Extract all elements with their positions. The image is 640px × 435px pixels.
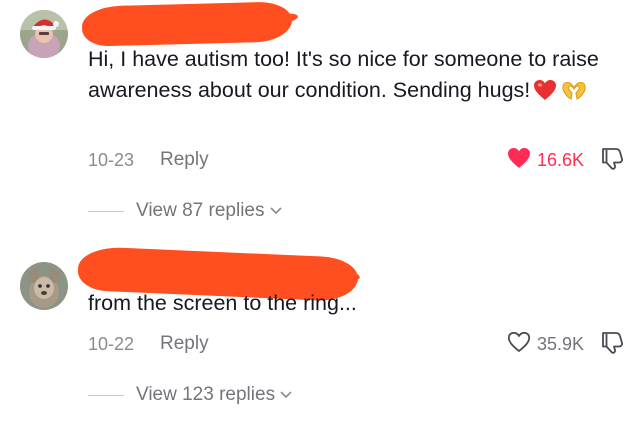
- like-count: 35.9K: [536, 333, 584, 354]
- heart-hands-emoji: [560, 79, 588, 110]
- reply-button[interactable]: Reply: [160, 333, 209, 355]
- heart-outline-icon: [507, 331, 531, 358]
- username-redaction: [81, 1, 293, 47]
- view-replies-label[interactable]: View 87 replies: [136, 200, 265, 222]
- dislike-button[interactable]: [600, 146, 626, 175]
- thumbs-down-icon: [600, 146, 626, 175]
- comment-meta: 10-23 Reply 16.6K: [88, 146, 626, 174]
- view-replies[interactable]: View 87 replies: [88, 197, 283, 225]
- view-replies-label[interactable]: View 123 replies: [136, 384, 275, 406]
- avatar[interactable]: [20, 262, 68, 310]
- avatar[interactable]: [20, 10, 68, 58]
- dislike-button[interactable]: [600, 330, 626, 359]
- comment-date: 10-23: [88, 149, 135, 170]
- like-count: 16.6K: [536, 149, 584, 170]
- comment-date: 10-22: [88, 333, 135, 354]
- like-button[interactable]: 35.9K: [507, 331, 584, 358]
- thumbs-down-icon: [600, 330, 626, 359]
- comment-meta: 10-22 Reply 35.9K: [88, 330, 626, 358]
- chevron-down-icon: [269, 206, 283, 216]
- divider: [88, 210, 124, 212]
- comment-text: Hi, I have autism too! It's so nice for …: [88, 44, 618, 110]
- comment-item: Hi, I have autism too! It's so nice for …: [0, 0, 640, 232]
- heart-filled-icon: [507, 147, 531, 174]
- like-button[interactable]: 16.6K: [507, 147, 584, 174]
- chevron-down-icon: [279, 390, 293, 400]
- heart-emoji: [533, 79, 557, 110]
- comment-text: from the screen to the ring...: [88, 291, 357, 315]
- divider: [88, 394, 124, 396]
- view-replies[interactable]: View 123 replies: [88, 381, 293, 409]
- reply-button[interactable]: Reply: [160, 149, 209, 171]
- comment-item: from the screen to the ring... 10-22 Rep…: [0, 240, 640, 435]
